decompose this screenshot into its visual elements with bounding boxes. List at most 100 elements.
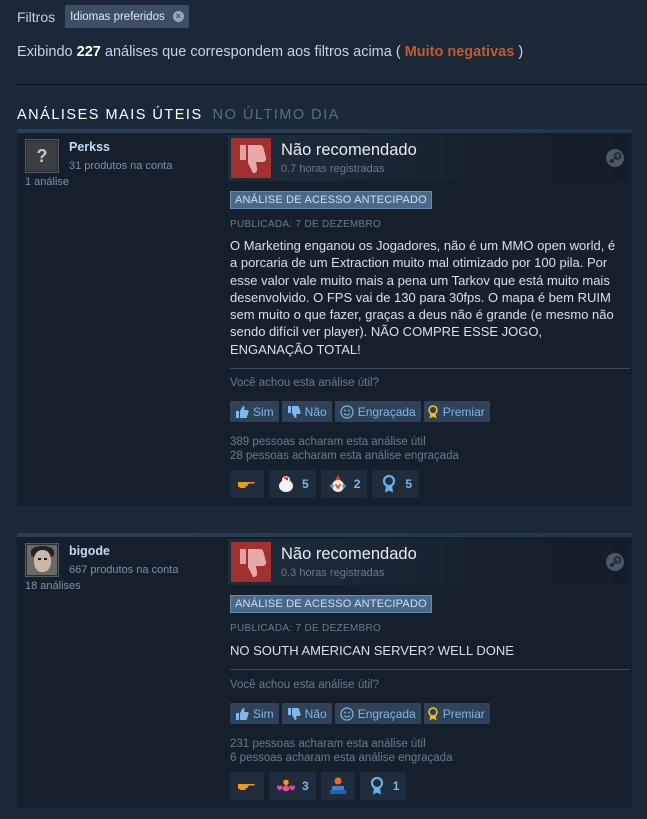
award-item[interactable]	[230, 470, 264, 498]
review-counts: 231 pessoas acharam esta análise útil 6 …	[230, 737, 452, 765]
author-review-count[interactable]: 1 análise	[25, 176, 69, 188]
section-title-label: ANÁLISES MAIS ÚTEIS	[17, 107, 203, 123]
rating-filter-link[interactable]: Muito negativas	[405, 44, 515, 60]
smiley-icon	[340, 706, 354, 721]
vote-no-button[interactable]: Não	[281, 703, 332, 724]
smiley-icon	[340, 404, 354, 419]
author-products-owned: 667 produtos na conta	[69, 564, 179, 576]
award-ribbon-icon	[427, 706, 438, 720]
results-summary: Exibindo 227 análises que correspondem a…	[17, 44, 523, 60]
award-item[interactable]: 5	[372, 470, 420, 498]
vote-buttons: Sim Não Engraçada Premiar	[230, 401, 490, 422]
hours-played: 0.3 horas registradas	[281, 567, 385, 579]
helpful-question: Você achou esta análise útil?	[230, 679, 379, 691]
vote-yes-label: Sim	[253, 706, 274, 721]
author-products-owned: 31 produtos na conta	[69, 160, 173, 172]
award-count: 5	[302, 477, 309, 491]
award-count: 2	[353, 477, 361, 491]
remove-filter-icon[interactable]: ×	[172, 11, 184, 22]
avatar[interactable]	[25, 543, 59, 577]
face-avatar-icon	[27, 545, 57, 575]
published-date: PUBLICADA: 7 DE DEZEMBRO	[230, 623, 382, 634]
award-count: 3	[302, 779, 309, 793]
results-count: 227	[76, 44, 101, 60]
vote-no-label: Não	[304, 706, 327, 721]
awards-row: 3 1	[230, 772, 407, 800]
review-counts: 389 pessoas acharam esta análise útil 28…	[230, 435, 459, 463]
review-text: NO SOUTH AMERICAN SERVER? WELL DONE	[230, 643, 514, 658]
award-item[interactable]: 1	[359, 772, 407, 800]
summary-middle: análises que correspondem aos filtros ac…	[104, 44, 401, 60]
filter-chip-preferred-languages[interactable]: Idiomas preferidos ×	[65, 5, 189, 28]
pedestal-icon	[328, 776, 348, 796]
hand-point-icon	[237, 474, 257, 494]
award-label: Premiar	[442, 404, 485, 419]
filters-row: Filtros Idiomas preferidos ×	[17, 5, 189, 28]
thumbs-down-icon	[231, 138, 271, 178]
section-title: ANÁLISES MAIS ÚTEIS NO ÚLTIMO DIA	[17, 107, 340, 123]
thumbs-down-icon	[231, 542, 271, 582]
award-item[interactable]	[230, 772, 264, 800]
funny-count: 28 pessoas acharam esta análise engraçad…	[230, 450, 459, 462]
filter-chip-label: Idiomas preferidos	[70, 10, 165, 23]
award-item[interactable]: 5	[269, 470, 316, 498]
review-verdict: Não recomendado	[281, 141, 417, 159]
summary-suffix: )	[518, 44, 524, 60]
author-name[interactable]: bigode	[69, 544, 110, 558]
review-separator	[230, 368, 630, 369]
award-button[interactable]: Premiar	[423, 401, 490, 422]
clown-icon	[328, 474, 348, 494]
thumbs-down-small-icon	[287, 405, 301, 418]
divider	[17, 84, 647, 85]
review-card: ? Perkss 31 produtos na conta 1 análise …	[17, 129, 632, 506]
hours-played: 0.7 horas registradas	[281, 163, 385, 175]
award-ribbon-icon	[427, 404, 438, 418]
hearts-icon	[276, 776, 296, 796]
vote-header[interactable]: Não recomendado 0.7 horas registradas	[228, 135, 629, 181]
section-period-label: NO ÚLTIMO DIA	[212, 107, 340, 123]
review-separator	[230, 669, 630, 670]
published-date: PUBLICADA: 7 DE DEZEMBRO	[230, 219, 382, 230]
vote-funny-button[interactable]: Engraçada	[334, 703, 421, 724]
vote-funny-label: Engraçada	[357, 706, 416, 721]
hand-point-icon	[237, 776, 257, 796]
author-review-count[interactable]: 18 análises	[25, 580, 81, 592]
early-access-badge: ANÁLISE DE ACESSO ANTECIPADO	[230, 595, 432, 613]
award-item[interactable]: 3	[269, 772, 316, 800]
thumbs-up-icon	[236, 405, 249, 418]
question-mark-avatar-icon: ?	[27, 141, 57, 171]
avatar[interactable]: ?	[25, 139, 59, 173]
filters-label: Filtros	[17, 8, 56, 25]
helpful-count: 389 pessoas acharam esta análise útil	[230, 436, 426, 448]
award-count: 1	[392, 779, 400, 793]
vote-buttons: Sim Não Engraçada Premiar	[230, 703, 490, 724]
award-item[interactable]: 2	[320, 470, 368, 498]
vote-yes-button[interactable]: Sim	[230, 703, 279, 724]
award-button[interactable]: Premiar	[423, 703, 490, 724]
vote-header[interactable]: Não recomendado 0.3 horas registradas	[228, 539, 629, 585]
steam-logo-icon	[605, 552, 625, 572]
awards-row: 5 2 5	[230, 470, 420, 498]
vote-no-button[interactable]: Não	[281, 401, 332, 422]
award-label: Premiar	[442, 706, 485, 721]
helpful-count: 231 pessoas acharam esta análise útil	[230, 738, 426, 750]
ribbon-medal-icon	[379, 474, 399, 494]
review-top-border	[17, 533, 632, 537]
funny-count: 6 pessoas acharam esta análise engraçada	[230, 752, 453, 764]
review-top-border	[17, 129, 632, 133]
thumbs-down-small-icon	[287, 707, 301, 720]
award-item[interactable]	[320, 772, 355, 800]
helpful-question: Você achou esta análise útil?	[230, 377, 379, 389]
review-verdict: Não recomendado	[281, 545, 417, 563]
chicken-icon	[276, 474, 296, 494]
vote-yes-button[interactable]: Sim	[230, 401, 279, 422]
vote-funny-button[interactable]: Engraçada	[334, 401, 421, 422]
vote-yes-label: Sim	[253, 404, 274, 419]
review-text: O Marketing enganou os Jogadores, não é …	[230, 238, 616, 357]
vote-no-label: Não	[304, 404, 327, 419]
ribbon-medal-icon	[367, 776, 387, 796]
author-name[interactable]: Perkss	[69, 140, 110, 154]
award-count: 5	[405, 477, 413, 491]
summary-prefix: Exibindo	[17, 44, 73, 60]
review-card: bigode 667 produtos na conta 18 análises…	[17, 533, 632, 808]
